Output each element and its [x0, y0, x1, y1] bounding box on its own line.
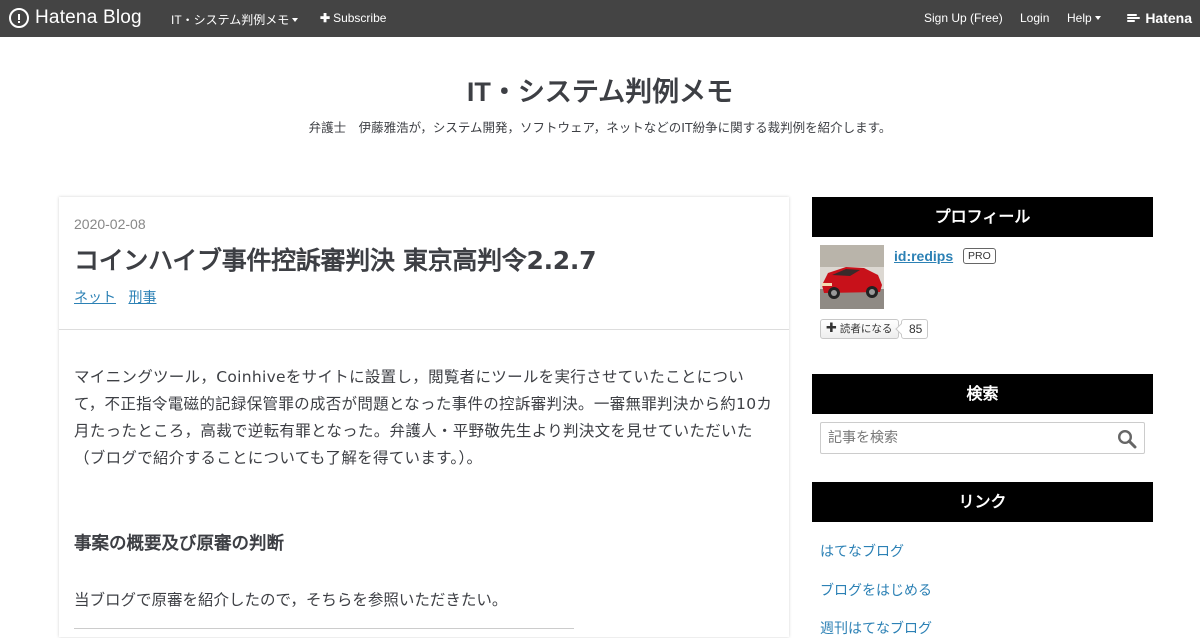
logo-text: Hatena Blog: [35, 7, 142, 28]
subscribe-label: Subscribe: [333, 11, 387, 25]
red-car-avatar-image: [820, 245, 884, 309]
link-weekly-hatena-blog[interactable]: 週刊はてなブログ: [820, 618, 932, 638]
login-link[interactable]: Login: [1020, 11, 1049, 25]
profile-user-id-link[interactable]: id:redips: [894, 248, 953, 264]
blog-description: 弁護士 伊藤雅浩が，システム開発，ソフトウェア，ネットなどのIT紛争に関する裁判…: [308, 120, 892, 135]
plus-icon: ✚: [320, 11, 331, 25]
search-form: [820, 422, 1145, 454]
hatena-exclamation-icon: [9, 8, 29, 28]
entry-section-heading: 事案の概要及び原審の判断: [74, 534, 284, 554]
hatena-label: Hatena: [1145, 10, 1192, 26]
blog-menu-label: IT・システム判例メモ: [171, 13, 290, 27]
hatena-blog-logo[interactable]: Hatena Blog: [9, 7, 142, 29]
entry-divider: [59, 329, 789, 330]
subscribe-link[interactable]: ✚ Subscribe: [320, 11, 386, 25]
signup-link[interactable]: Sign Up (Free): [924, 11, 1003, 25]
category-link[interactable]: ネット: [74, 290, 116, 306]
caret-down-icon: [292, 18, 299, 22]
subscribe-reader-label: 読者になる: [839, 323, 893, 335]
hatena-logo[interactable]: Hatena: [1127, 10, 1192, 26]
search-input[interactable]: [821, 423, 1111, 453]
link-start-blog[interactable]: ブログをはじめる: [820, 580, 932, 600]
global-header: Hatena Blog IT・システム判例メモ ✚ Subscribe Sign …: [0, 0, 1200, 37]
help-dropdown[interactable]: Help: [1067, 11, 1101, 25]
entry-title[interactable]: コインハイブ事件控訴審判決 東京高判令2.2.7: [74, 241, 596, 277]
category-link[interactable]: 刑事: [128, 290, 156, 306]
caret-down-icon: [1094, 16, 1101, 20]
entry-date[interactable]: 2020-02-08: [74, 216, 146, 232]
subscriber-count[interactable]: 85: [901, 319, 929, 339]
blog-menu-dropdown[interactable]: IT・システム判例メモ: [171, 11, 299, 28]
entry-paragraph: 当ブログで原審を紹介したので，そちらを参照いただきたい。: [74, 591, 508, 609]
search-icon[interactable]: [1117, 429, 1137, 449]
subscribe-reader-button[interactable]: ✚ 読者になる: [820, 319, 900, 339]
entry-intro-paragraph: マイニングツール，Coinhiveをサイトに設置し，閲覧者にツールを実行させてい…: [74, 368, 773, 467]
pro-badge[interactable]: PRO: [963, 248, 996, 264]
search-module-title: 検索: [812, 374, 1153, 414]
link-hatena-blog[interactable]: はてなブログ: [820, 541, 904, 561]
plus-icon: ✚: [826, 321, 837, 336]
links-module-title: リンク: [812, 482, 1153, 522]
avatar[interactable]: [820, 245, 884, 309]
embed-card-edge: [74, 628, 574, 629]
profile-module-title: プロフィール: [812, 197, 1153, 237]
entry-article: 2020-02-08 コインハイブ事件控訴審判決 東京高判令2.2.7 ネット …: [59, 197, 789, 637]
hatena-mark-icon: [1127, 13, 1141, 23]
entry-categories: ネット 刑事: [74, 287, 164, 307]
blog-title[interactable]: IT・システム判例メモ: [0, 70, 1200, 109]
help-label: Help: [1067, 11, 1092, 25]
